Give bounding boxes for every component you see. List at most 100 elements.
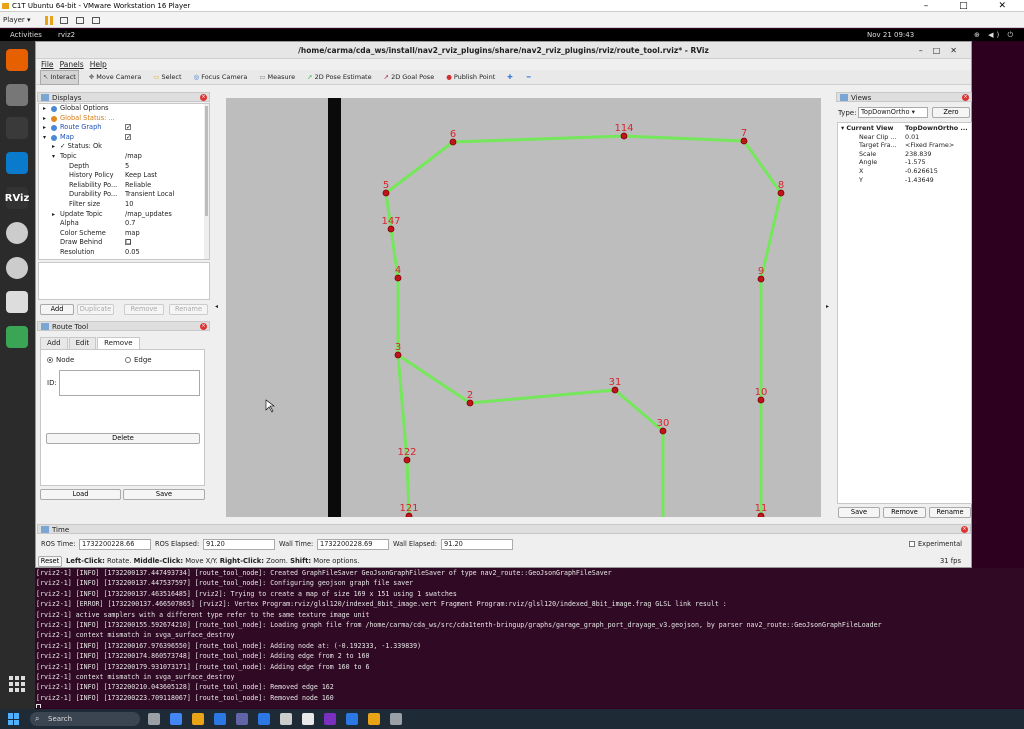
display-row[interactable]: ▸ Update Topic/map_updates [39, 210, 209, 220]
menu-file[interactable]: File [41, 60, 54, 69]
chrome-icon[interactable] [170, 713, 182, 725]
expand-right-icon[interactable]: ▸ [43, 114, 46, 124]
removable-devices-icon[interactable] [76, 16, 85, 24]
player-menu[interactable]: Player ▾ [3, 12, 31, 28]
right-splitter-arrow[interactable]: ▸ [826, 303, 829, 310]
expand-right-icon[interactable]: ▸ [52, 142, 55, 152]
taskbar-search[interactable]: ⌕ Search [30, 712, 140, 726]
render-viewport[interactable]: 6 114 7 8 5 147 4 9 3 2 31 30 10 122 121 11 [226, 98, 821, 517]
2d-pose-estimate-tool[interactable]: ➚ 2D Pose Estimate [305, 70, 374, 85]
display-row[interactable]: Depth 5 [39, 162, 209, 172]
windows-start-icon[interactable] [8, 713, 20, 725]
add-display-button[interactable]: Add [40, 304, 74, 315]
clock[interactable]: Nov 21 09:43 [867, 29, 914, 41]
displays-tree[interactable]: ▸ Global Options ▸ Global Status: ... ▸ Route… [38, 103, 210, 260]
view-property-row[interactable]: Scale 238.839 [838, 150, 971, 159]
files-icon[interactable] [6, 84, 28, 106]
plus-button[interactable]: ✚ [505, 70, 516, 85]
checkbox-box[interactable]: ✓ [125, 133, 131, 140]
publish-point-tool[interactable]: ● Publish Point [444, 70, 497, 85]
disc-icon[interactable] [6, 222, 28, 244]
select-tool[interactable]: ▭ Select [151, 70, 183, 85]
views-tree[interactable]: ▾ Current View TopDownOrtho ... Near Clip … [837, 122, 972, 504]
rviz-window-controls[interactable]: –□✕ [919, 42, 967, 59]
display-row[interactable]: Reliability Po... Reliable [39, 181, 209, 191]
display-row[interactable]: Color Scheme map [39, 229, 209, 239]
disc-icon[interactable] [6, 257, 28, 279]
id-input[interactable] [59, 370, 200, 396]
display-row[interactable]: Durability Po... Transient Local [39, 190, 209, 200]
experimental-checkbox[interactable] [909, 541, 915, 547]
active-app-label[interactable]: rviz2 [58, 29, 75, 41]
minus-button[interactable]: ━ [525, 70, 535, 85]
2d-goal-pose-tool[interactable]: ➚ 2D Goal Pose [382, 70, 437, 85]
expand-right-icon[interactable]: ▸ [43, 123, 46, 133]
terminal-icon[interactable] [6, 117, 28, 139]
wall-time-field[interactable]: 1732200228.69 [317, 539, 389, 550]
interact-tool[interactable]: ↖ Interact [40, 70, 79, 85]
ros-time-field[interactable]: 1732200228.66 [79, 539, 151, 550]
display-row[interactable]: ▸ Global Options [39, 104, 209, 114]
close-icon[interactable]: × [200, 323, 207, 330]
expand-right-icon[interactable]: ▸ [52, 210, 55, 220]
edge-radio-button[interactable] [125, 357, 131, 363]
close-icon[interactable]: × [961, 526, 968, 533]
onenote-icon[interactable] [324, 713, 336, 725]
view-property-row[interactable]: ▾ Current View TopDownOrtho ... [838, 124, 971, 133]
edge-icon[interactable] [258, 713, 270, 725]
send-keys-icon[interactable] [60, 16, 68, 24]
menu-panels[interactable]: Panels [60, 60, 84, 69]
window-controls[interactable]: – □ ✕ [924, 0, 1020, 12]
rviz-icon[interactable]: RViz [5, 187, 29, 209]
close-icon[interactable]: × [962, 94, 969, 101]
checkbox-box[interactable]: ✓ [125, 124, 131, 131]
display-row[interactable]: ▾ Topic/map [39, 152, 209, 162]
display-row[interactable]: ▸ Global Status: ... [39, 114, 209, 124]
left-splitter-arrow[interactable]: ◂ [215, 303, 218, 310]
load-button[interactable]: Load [40, 489, 121, 500]
vscode-icon[interactable] [6, 152, 28, 174]
expand-right-icon[interactable]: ▸ [43, 104, 46, 114]
display-row[interactable]: Filter size 10 [39, 200, 209, 210]
fullscreen-icon[interactable] [92, 16, 101, 24]
ros-elapsed-field[interactable]: 91.20 [203, 539, 275, 550]
duplicate-display-button[interactable]: Duplicate [77, 304, 114, 315]
view-property-row[interactable]: X -0.626615 [838, 167, 971, 176]
display-row[interactable]: Alpha 0.7 [39, 219, 209, 229]
node-radio[interactable]: Node [47, 356, 74, 364]
view-property-row[interactable]: Target Fra... <Fixed Frame> [838, 141, 971, 150]
expand-down-icon[interactable]: ▾ [52, 152, 55, 162]
display-row[interactable]: ▸ ✓ Status: Ok [39, 142, 209, 152]
tab-add[interactable]: Add [40, 337, 68, 349]
display-row[interactable]: Resolution 0.05 [39, 248, 209, 258]
displays-scrollbar[interactable] [204, 104, 209, 259]
focus-camera-tool[interactable]: ◎ Focus Camera [192, 70, 250, 85]
teams-icon[interactable] [236, 713, 248, 725]
move-camera-tool[interactable]: ✥ Move Camera [87, 70, 143, 85]
display-row[interactable]: ▸ Route Graph ✓ [39, 123, 209, 133]
slack-icon[interactable] [280, 713, 292, 725]
display-checkbox[interactable]: ☐ [125, 238, 131, 248]
view-property-row[interactable]: Angle -1.575 [838, 158, 971, 167]
file-explorer-icon[interactable] [192, 713, 204, 725]
remove-display-button[interactable]: Remove [124, 304, 164, 315]
vmware-icon[interactable] [368, 713, 380, 725]
display-row[interactable]: ▾ Map ✓ [39, 133, 209, 143]
tab-edit[interactable]: Edit [68, 337, 97, 349]
snipping-tool-icon[interactable] [390, 713, 402, 725]
tab-remove[interactable]: Remove [97, 337, 140, 349]
task-view-icon[interactable] [148, 713, 160, 725]
node-radio-button[interactable] [47, 357, 53, 363]
reset-button[interactable]: Reset [38, 556, 62, 567]
zero-button[interactable]: Zero [932, 107, 970, 118]
display-row[interactable]: Draw Behind ☐ [39, 238, 209, 248]
activities-button[interactable]: Activities [10, 29, 42, 41]
expand-down-icon[interactable]: ▾ [43, 133, 46, 143]
rename-display-button[interactable]: Rename [169, 304, 208, 315]
chrome-icon[interactable] [302, 713, 314, 725]
view-property-row[interactable]: Near Clip ... 0.01 [838, 133, 971, 142]
display-checkbox[interactable]: ✓ [125, 123, 131, 133]
system-tray[interactable]: ⊕ ◀) ⏻ [974, 29, 1016, 41]
measure-tool[interactable]: ▭ Measure [257, 70, 297, 85]
firefox-icon[interactable] [6, 49, 28, 71]
